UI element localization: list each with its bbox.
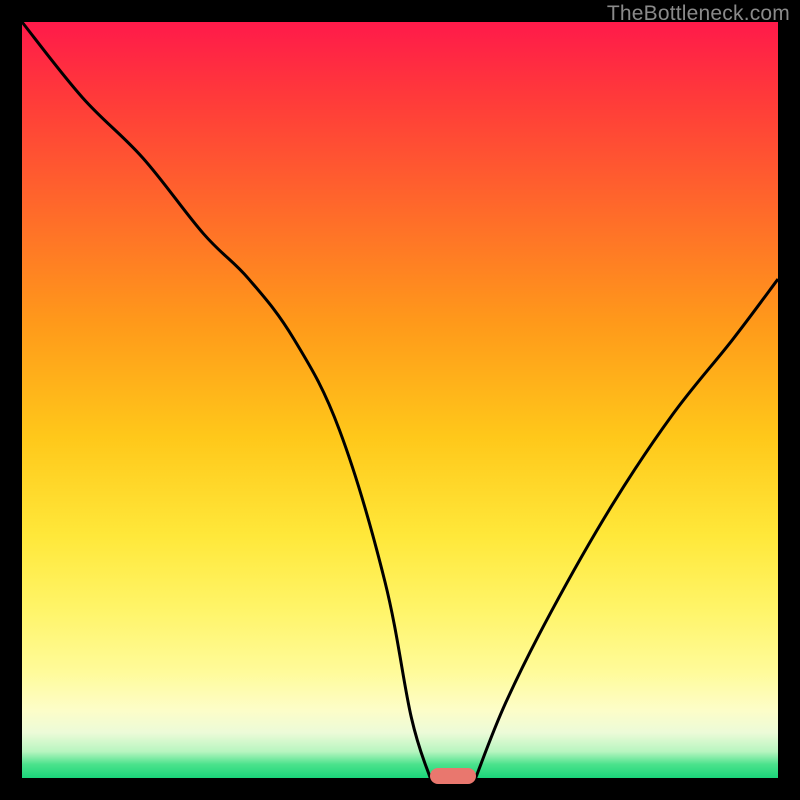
chart-curves bbox=[0, 0, 800, 800]
chart-frame: TheBottleneck.com bbox=[0, 0, 800, 800]
bottleneck-marker bbox=[430, 768, 475, 784]
watermark-text: TheBottleneck.com bbox=[607, 2, 790, 26]
left-curve-path bbox=[22, 22, 430, 778]
right-curve-path bbox=[476, 279, 778, 778]
